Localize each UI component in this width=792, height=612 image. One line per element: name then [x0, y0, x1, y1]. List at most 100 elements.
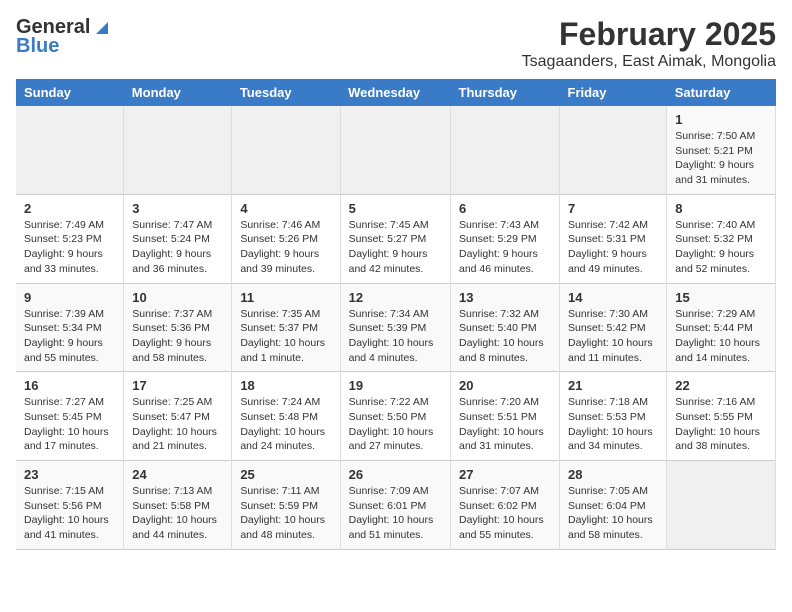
- day-detail: Sunrise: 7:39 AM Sunset: 5:34 PM Dayligh…: [24, 307, 115, 366]
- page-header: General Blue February 2025 Tsagaanders, …: [16, 16, 776, 71]
- day-detail: Sunrise: 7:20 AM Sunset: 5:51 PM Dayligh…: [459, 395, 551, 454]
- calendar-cell: 2Sunrise: 7:49 AM Sunset: 5:23 PM Daylig…: [16, 194, 124, 283]
- calendar-week-row: 16Sunrise: 7:27 AM Sunset: 5:45 PM Dayli…: [16, 372, 776, 461]
- calendar-cell: 20 Sunrise: 7:20 AM Sunset: 5:51 PM Dayli…: [451, 372, 560, 461]
- day-number: 22: [675, 378, 767, 393]
- day-detail: Sunrise: 7:16 AM Sunset: 5:55 PM Dayligh…: [675, 395, 767, 454]
- calendar-cell: 6 Sunrise: 7:43 AM Sunset: 5:29 PM Daylig…: [451, 194, 560, 283]
- day-number: 5: [349, 201, 442, 216]
- calendar-cell: 21Sunrise: 7:18 AM Sunset: 5:53 PM Dayli…: [560, 372, 667, 461]
- day-detail: Sunrise: 7:34 AM Sunset: 5:39 PM Dayligh…: [349, 307, 442, 366]
- day-number: 8: [675, 201, 767, 216]
- calendar-cell: 9 Sunrise: 7:39 AM Sunset: 5:34 PM Daylig…: [16, 283, 124, 372]
- calendar-header-friday: Friday: [560, 79, 667, 106]
- day-detail: Sunrise: 7:50 AM Sunset: 5:21 PM Dayligh…: [675, 129, 767, 188]
- calendar-cell: 26Sunrise: 7:09 AM Sunset: 6:01 PM Dayli…: [340, 461, 450, 550]
- calendar-cell: 12 Sunrise: 7:34 AM Sunset: 5:39 PM Dayli…: [340, 283, 450, 372]
- day-number: 6: [459, 201, 551, 216]
- day-number: 19: [349, 378, 442, 393]
- calendar-cell: [232, 106, 340, 194]
- day-detail: Sunrise: 7:22 AM Sunset: 5:50 PM Dayligh…: [349, 395, 442, 454]
- logo-triangle-icon: [92, 18, 112, 38]
- day-number: 21: [568, 378, 658, 393]
- calendar-cell: 28Sunrise: 7:05 AM Sunset: 6:04 PM Dayli…: [560, 461, 667, 550]
- day-number: 25: [240, 467, 331, 482]
- calendar-cell: 16Sunrise: 7:27 AM Sunset: 5:45 PM Dayli…: [16, 372, 124, 461]
- day-number: 24: [132, 467, 223, 482]
- logo-blue-text: Blue: [16, 35, 59, 58]
- day-number: 13: [459, 290, 551, 305]
- calendar-cell: 15 Sunrise: 7:29 AM Sunset: 5:44 PM Dayli…: [667, 283, 776, 372]
- calendar-cell: [451, 106, 560, 194]
- calendar-cell: 8 Sunrise: 7:40 AM Sunset: 5:32 PM Daylig…: [667, 194, 776, 283]
- day-number: 1: [675, 112, 767, 127]
- calendar-cell: 3 Sunrise: 7:47 AM Sunset: 5:24 PM Daylig…: [124, 194, 232, 283]
- day-detail: Sunrise: 7:15 AM Sunset: 5:56 PM Dayligh…: [24, 484, 115, 543]
- calendar-cell: 7 Sunrise: 7:42 AM Sunset: 5:31 PM Daylig…: [560, 194, 667, 283]
- title-block: February 2025 Tsagaanders, East Aimak, M…: [522, 16, 776, 71]
- day-detail: Sunrise: 7:07 AM Sunset: 6:02 PM Dayligh…: [459, 484, 551, 543]
- calendar-header-saturday: Saturday: [667, 79, 776, 106]
- day-detail: Sunrise: 7:30 AM Sunset: 5:42 PM Dayligh…: [568, 307, 658, 366]
- day-number: 18: [240, 378, 331, 393]
- calendar-week-row: 9 Sunrise: 7:39 AM Sunset: 5:34 PM Daylig…: [16, 283, 776, 372]
- calendar-cell: 24 Sunrise: 7:13 AM Sunset: 5:58 PM Dayli…: [124, 461, 232, 550]
- calendar-cell: 19 Sunrise: 7:22 AM Sunset: 5:50 PM Dayli…: [340, 372, 450, 461]
- page-subtitle: Tsagaanders, East Aimak, Mongolia: [522, 53, 776, 71]
- day-detail: Sunrise: 7:24 AM Sunset: 5:48 PM Dayligh…: [240, 395, 331, 454]
- day-number: 7: [568, 201, 658, 216]
- calendar-cell: 13 Sunrise: 7:32 AM Sunset: 5:40 PM Dayli…: [451, 283, 560, 372]
- day-number: 27: [459, 467, 551, 482]
- day-number: 28: [568, 467, 658, 482]
- calendar-table: SundayMondayTuesdayWednesdayThursdayFrid…: [16, 79, 776, 550]
- day-detail: Sunrise: 7:32 AM Sunset: 5:40 PM Dayligh…: [459, 307, 551, 366]
- calendar-header-monday: Monday: [124, 79, 232, 106]
- calendar-cell: [667, 461, 776, 550]
- day-number: 20: [459, 378, 551, 393]
- calendar-cell: 22 Sunrise: 7:16 AM Sunset: 5:55 PM Dayli…: [667, 372, 776, 461]
- day-number: 9: [24, 290, 115, 305]
- calendar-cell: 17 Sunrise: 7:25 AM Sunset: 5:47 PM Dayli…: [124, 372, 232, 461]
- calendar-cell: 18 Sunrise: 7:24 AM Sunset: 5:48 PM Dayli…: [232, 372, 340, 461]
- day-detail: Sunrise: 7:13 AM Sunset: 5:58 PM Dayligh…: [132, 484, 223, 543]
- calendar-cell: [124, 106, 232, 194]
- day-number: 23: [24, 467, 115, 482]
- calendar-header-wednesday: Wednesday: [340, 79, 450, 106]
- calendar-header-row: SundayMondayTuesdayWednesdayThursdayFrid…: [16, 79, 776, 106]
- day-number: 4: [240, 201, 331, 216]
- day-detail: Sunrise: 7:29 AM Sunset: 5:44 PM Dayligh…: [675, 307, 767, 366]
- day-detail: Sunrise: 7:49 AM Sunset: 5:23 PM Dayligh…: [24, 218, 115, 277]
- day-detail: Sunrise: 7:40 AM Sunset: 5:32 PM Dayligh…: [675, 218, 767, 277]
- day-number: 15: [675, 290, 767, 305]
- day-number: 16: [24, 378, 115, 393]
- day-detail: Sunrise: 7:25 AM Sunset: 5:47 PM Dayligh…: [132, 395, 223, 454]
- calendar-header-tuesday: Tuesday: [232, 79, 340, 106]
- calendar-cell: [560, 106, 667, 194]
- calendar-header-sunday: Sunday: [16, 79, 124, 106]
- day-number: 12: [349, 290, 442, 305]
- calendar-cell: 11Sunrise: 7:35 AM Sunset: 5:37 PM Dayli…: [232, 283, 340, 372]
- calendar-week-row: 1 Sunrise: 7:50 AM Sunset: 5:21 PM Daylig…: [16, 106, 776, 194]
- calendar-cell: 5Sunrise: 7:45 AM Sunset: 5:27 PM Daylig…: [340, 194, 450, 283]
- day-number: 17: [132, 378, 223, 393]
- day-detail: Sunrise: 7:09 AM Sunset: 6:01 PM Dayligh…: [349, 484, 442, 543]
- page-title: February 2025: [522, 16, 776, 53]
- calendar-cell: 23 Sunrise: 7:15 AM Sunset: 5:56 PM Dayli…: [16, 461, 124, 550]
- calendar-cell: 1 Sunrise: 7:50 AM Sunset: 5:21 PM Daylig…: [667, 106, 776, 194]
- calendar-cell: 14 Sunrise: 7:30 AM Sunset: 5:42 PM Dayli…: [560, 283, 667, 372]
- logo: General Blue: [16, 16, 112, 58]
- calendar-week-row: 23 Sunrise: 7:15 AM Sunset: 5:56 PM Dayli…: [16, 461, 776, 550]
- calendar-cell: 25Sunrise: 7:11 AM Sunset: 5:59 PM Dayli…: [232, 461, 340, 550]
- day-number: 14: [568, 290, 658, 305]
- day-detail: Sunrise: 7:37 AM Sunset: 5:36 PM Dayligh…: [132, 307, 223, 366]
- day-detail: Sunrise: 7:47 AM Sunset: 5:24 PM Dayligh…: [132, 218, 223, 277]
- day-number: 10: [132, 290, 223, 305]
- calendar-cell: 4 Sunrise: 7:46 AM Sunset: 5:26 PM Daylig…: [232, 194, 340, 283]
- day-detail: Sunrise: 7:46 AM Sunset: 5:26 PM Dayligh…: [240, 218, 331, 277]
- day-detail: Sunrise: 7:43 AM Sunset: 5:29 PM Dayligh…: [459, 218, 551, 277]
- day-detail: Sunrise: 7:42 AM Sunset: 5:31 PM Dayligh…: [568, 218, 658, 277]
- day-number: 3: [132, 201, 223, 216]
- calendar-cell: 27 Sunrise: 7:07 AM Sunset: 6:02 PM Dayli…: [451, 461, 560, 550]
- calendar-cell: [340, 106, 450, 194]
- calendar-cell: [16, 106, 124, 194]
